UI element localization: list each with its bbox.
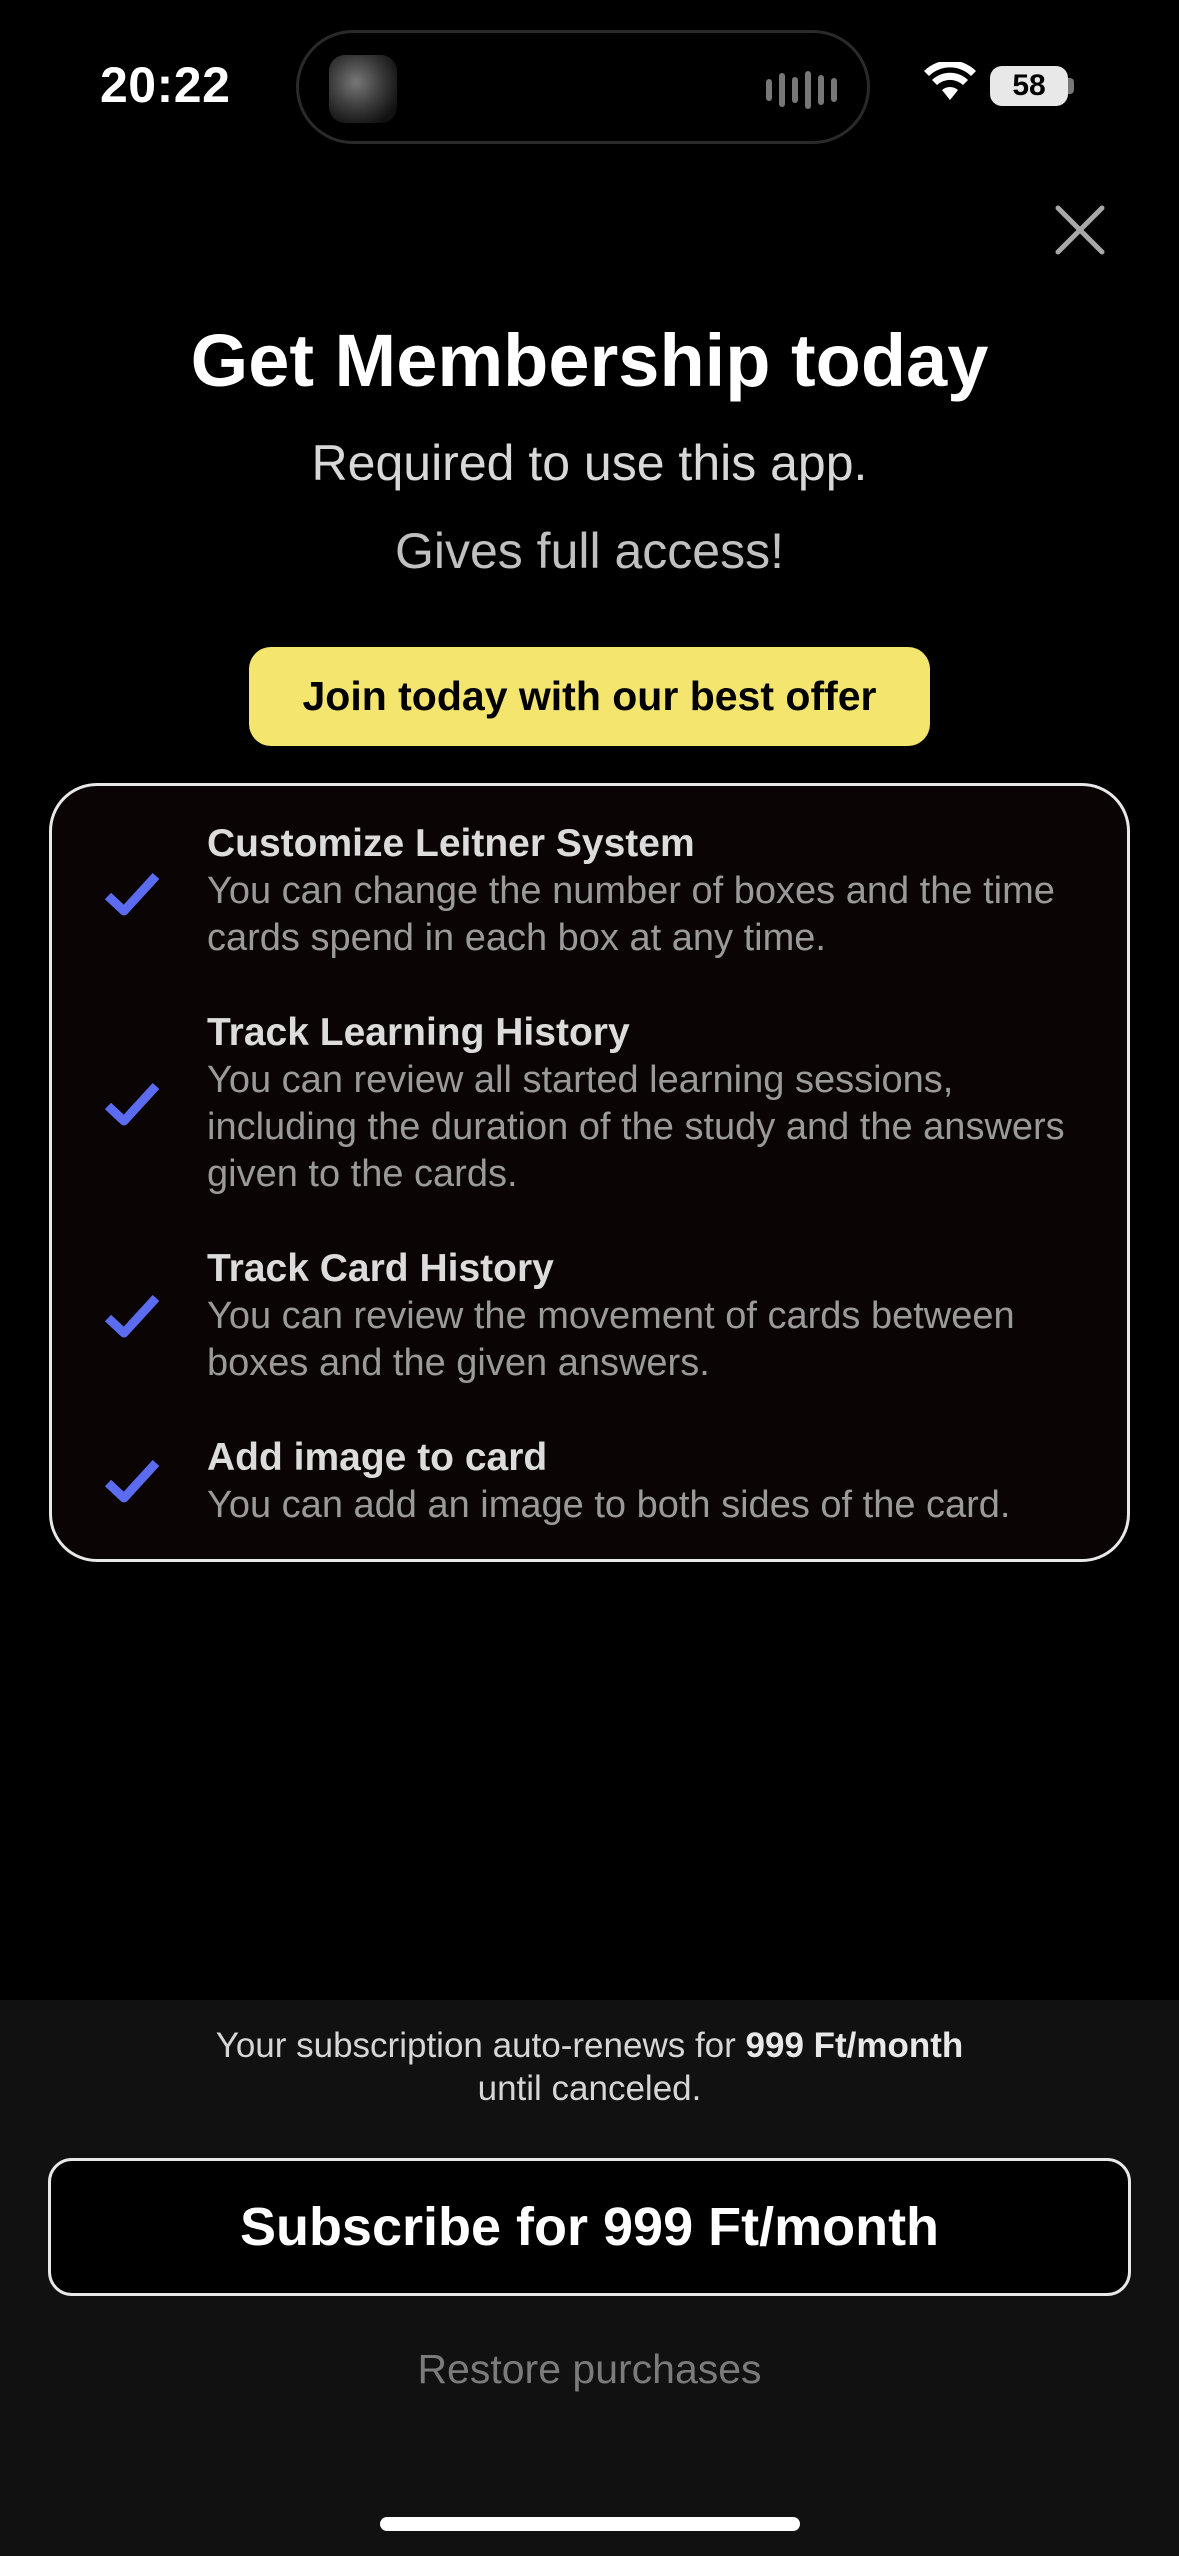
dynamic-island[interactable] [296,30,870,144]
page-title: Get Membership today [190,319,989,402]
feature-title: Add image to card [207,1436,548,1479]
offer-badge: Join today with our best offer [249,647,930,746]
feature-description: You can change the number of boxes and t… [207,870,1055,959]
subtitle-access: Gives full access! [394,523,784,579]
battery-icon: 58 [990,66,1068,106]
checkmark-icon [104,1459,160,1503]
feature-title: Track Learning History [207,1011,630,1054]
feature-description: You can review the movement of cards bet… [207,1295,1015,1384]
feature-title: Customize Leitner System [207,822,695,865]
audio-waveform-icon [766,71,837,109]
renewal-notice: Your subscription auto-renews for 999 Ft… [0,2024,1179,2110]
checkmark-icon [104,1082,160,1126]
close-icon[interactable] [1050,200,1110,260]
renewal-suffix: until canceled. [477,2069,702,2108]
battery-tip [1068,78,1074,94]
feature-title: Track Card History [207,1247,554,1290]
features-card: Customize Leitner System You can change … [49,783,1130,1562]
wifi-icon [924,62,976,100]
checkmark-icon [104,872,160,916]
feature-description: You can add an image to both sides of th… [207,1484,1011,1526]
subscribe-button[interactable]: Subscribe for 999 Ft/month [48,2158,1131,2296]
status-time: 20:22 [100,57,231,113]
feature-description: You can review all started learning sess… [207,1059,1065,1195]
subtitle-required: Required to use this app. [311,435,868,491]
now-playing-artwork [329,55,397,123]
home-indicator[interactable] [380,2517,800,2531]
renewal-price: 999 Ft/month [745,2026,964,2065]
checkmark-icon [104,1294,160,1338]
restore-purchases-link[interactable]: Restore purchases [0,2346,1179,2393]
renewal-prefix: Your subscription auto-renews for [215,2026,746,2065]
